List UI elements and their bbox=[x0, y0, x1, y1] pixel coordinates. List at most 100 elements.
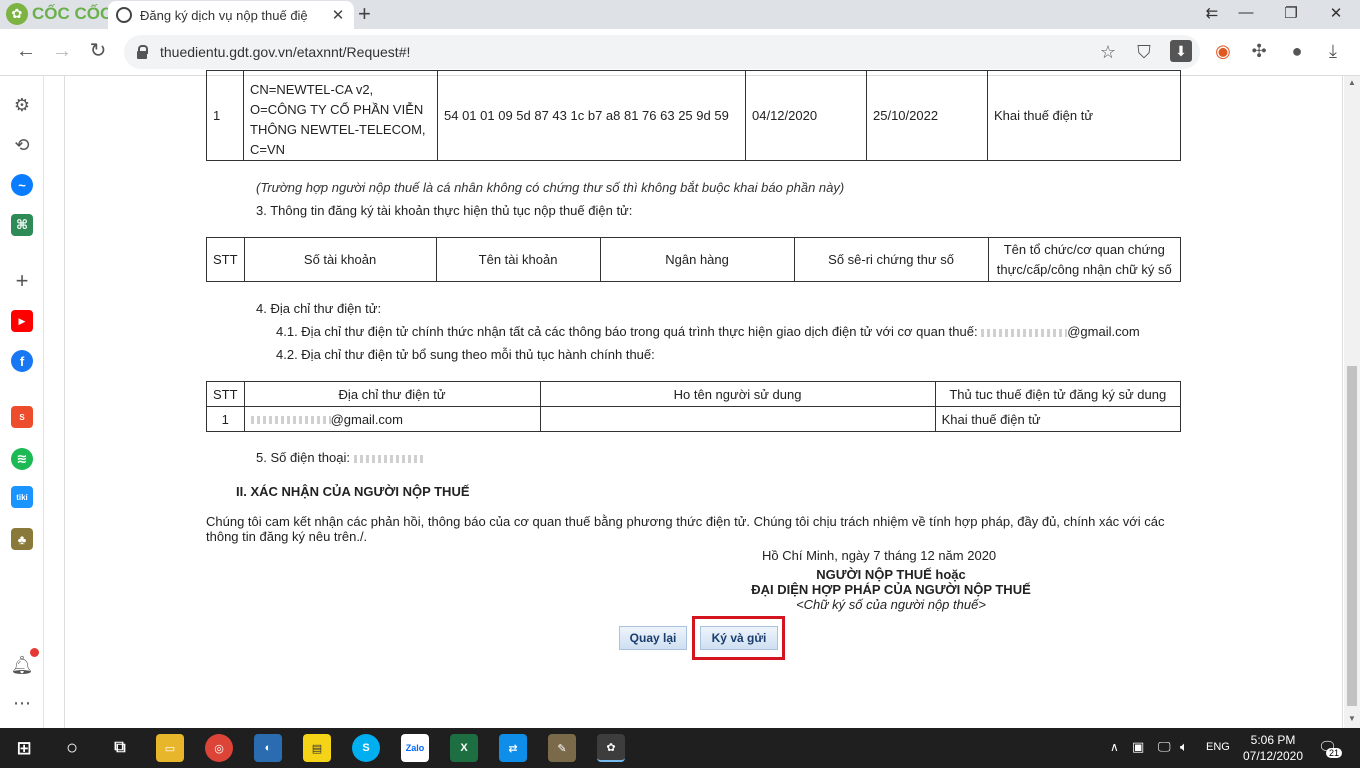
spotify-icon[interactable]: ≋ bbox=[11, 448, 33, 470]
scroll-down-icon[interactable]: ▼ bbox=[1348, 714, 1356, 723]
chrome-icon[interactable]: ◎ bbox=[205, 734, 233, 762]
highlight-box bbox=[692, 616, 785, 660]
notification-dot bbox=[30, 648, 39, 657]
profile-avatar-icon[interactable]: ● bbox=[1286, 41, 1308, 62]
url-text: thuedientu.gdt.gov.vn/etaxnnt/Request#! bbox=[160, 44, 411, 60]
back-button[interactable]: Quay lại bbox=[619, 626, 687, 650]
commitment-line-2: thông tin đăng ký nêu trên./. bbox=[206, 529, 368, 544]
remote-app-icon[interactable]: ◐ bbox=[254, 734, 282, 762]
gamepad-icon[interactable]: ⌘ bbox=[11, 214, 33, 236]
settings-gear-icon[interactable]: ⚙ bbox=[11, 94, 33, 116]
notification-bell-icon[interactable]: 🔔︎ bbox=[11, 654, 34, 676]
coccoc-taskbar-icon[interactable]: ✿ bbox=[597, 734, 625, 762]
coccoc-icon: ✿ bbox=[6, 3, 28, 25]
excel-icon[interactable]: X bbox=[450, 734, 478, 762]
signature-note: <Chữ ký số của người nộp thuế> bbox=[796, 597, 986, 612]
close-tab-icon[interactable]: ✕ bbox=[330, 6, 346, 24]
section3-title: 3. Thông tin đăng ký tài khoản thực hiện… bbox=[256, 203, 633, 218]
page-scrollbar[interactable]: ▲ ▼ bbox=[1344, 76, 1360, 728]
sticky-notes-icon[interactable]: ▤ bbox=[303, 734, 331, 762]
forward-icon[interactable]: → bbox=[50, 39, 74, 63]
tab-search-icon[interactable]: ⇇ bbox=[1202, 4, 1222, 22]
extensions-puzzle-icon[interactable]: ✣ bbox=[1248, 41, 1270, 62]
minimize-icon[interactable]: — bbox=[1236, 4, 1256, 21]
shield-icon[interactable]: ⛉ bbox=[1134, 42, 1154, 63]
header-stt: STT bbox=[206, 237, 245, 282]
search-icon[interactable]: ○ bbox=[58, 734, 86, 762]
bank-account-table: STT Số tài khoản Tên tài khoản Ngân hàng… bbox=[206, 237, 1182, 282]
more-options-icon[interactable]: ⋯ bbox=[11, 692, 33, 714]
email-main-label: 4.1. Địa chỉ thư điện tử chính thức nhận… bbox=[276, 324, 978, 339]
taskbar-clock[interactable]: 5:06 PM 07/12/2020 bbox=[1240, 732, 1306, 764]
language-indicator[interactable]: ENG bbox=[1206, 741, 1230, 753]
header-user-name: Ho tên người sử dung bbox=[539, 381, 936, 407]
email-table: STT Địa chỉ thư điện tử Ho tên người sử … bbox=[206, 381, 1182, 432]
email-domain: @gmail.com bbox=[330, 411, 403, 427]
cell-serial: 54 01 01 09 5d 87 43 1c b7 a8 81 76 63 2… bbox=[437, 70, 746, 161]
tray-overflow-icon[interactable]: ∧ bbox=[1110, 740, 1119, 754]
certificate-table: 1 CN=NEWTEL-CA v2, O=CÔNG TY CỔ PHẦN VIỄ… bbox=[206, 70, 1181, 161]
tab-strip: ✿ CỐC CỐC Đăng ký dịch vụ nộp thuế điệ ✕… bbox=[0, 0, 1360, 29]
skype-icon[interactable]: S bbox=[352, 734, 380, 762]
task-view-icon[interactable]: ⧉ bbox=[106, 734, 134, 762]
youtube-icon[interactable]: ▶ bbox=[11, 310, 33, 332]
tiki-icon[interactable]: tiki bbox=[11, 486, 33, 508]
subject-line: C=VN bbox=[250, 141, 286, 157]
network-icon[interactable]: 🖵︎ bbox=[1158, 739, 1171, 755]
redacted-text bbox=[981, 328, 1068, 337]
tray-app-icon[interactable]: ▣ bbox=[1132, 739, 1144, 755]
email-main-domain: @gmail.com bbox=[1067, 324, 1140, 339]
messenger-icon[interactable]: ~ bbox=[11, 174, 33, 196]
signer-representative: ĐẠI DIỆN HỢP PHÁP CỦA NGƯỜI NỘP THUẾ bbox=[751, 582, 1031, 597]
notification-count-badge: 21 bbox=[1326, 748, 1343, 758]
header-procedure: Thủ tuc thuế điện tử đăng ký sử dung bbox=[934, 381, 1182, 407]
sign-place-date: Hồ Chí Minh, ngày 7 tháng 12 năm 2020 bbox=[762, 548, 997, 563]
history-icon[interactable]: ⟲ bbox=[11, 134, 33, 156]
restore-icon[interactable]: ❐ bbox=[1281, 4, 1301, 22]
add-sidebar-item-icon[interactable]: + bbox=[11, 268, 33, 293]
table-header-row: STT Địa chỉ thư điện tử Ho tên người sử … bbox=[206, 381, 1182, 407]
cell-to-date: 25/10/2022 bbox=[866, 70, 988, 161]
game-thumbnail-icon[interactable]: ♣ bbox=[11, 528, 33, 550]
cell-user-name bbox=[539, 406, 936, 432]
cell-stt: 1 bbox=[206, 406, 245, 432]
back-icon[interactable]: ← bbox=[14, 39, 38, 63]
zalo-icon[interactable]: Zalo bbox=[401, 734, 429, 762]
cell-cert-subject: CN=NEWTEL-CA v2, O=CÔNG TY CỔ PHẦN VIỄN … bbox=[243, 70, 438, 161]
paint-icon[interactable]: ✎ bbox=[548, 734, 576, 762]
downloads-icon[interactable]: ⤓ bbox=[1322, 41, 1344, 62]
bookmark-star-icon[interactable]: ☆ bbox=[1098, 42, 1118, 63]
teamviewer-icon[interactable]: ⇄ bbox=[499, 734, 527, 762]
volume-muted-icon[interactable]: 🔈︎ bbox=[1180, 739, 1188, 755]
table-header-row: STT Số tài khoản Tên tài khoản Ngân hàng… bbox=[206, 237, 1182, 282]
scroll-up-icon[interactable]: ▲ bbox=[1348, 78, 1356, 87]
cell-service: Khai thuế điện tử bbox=[987, 70, 1181, 161]
scrollbar-thumb[interactable] bbox=[1347, 366, 1357, 706]
new-tab-icon[interactable]: + bbox=[358, 3, 371, 25]
cell-from-date: 04/12/2020 bbox=[745, 70, 867, 161]
browser-tab[interactable]: Đăng ký dịch vụ nộp thuế điệ ✕ bbox=[108, 1, 354, 29]
close-window-icon[interactable]: ✕ bbox=[1326, 4, 1346, 22]
subject-line: O=CÔNG TY CỔ PHẦN VIỄN bbox=[250, 101, 424, 117]
subject-line: THÔNG NEWTEL-TELECOM, bbox=[250, 121, 426, 137]
file-explorer-icon[interactable]: ▭ bbox=[156, 734, 184, 762]
facebook-icon[interactable]: f bbox=[11, 350, 33, 372]
phone-line: 5. Số điện thoại: bbox=[256, 450, 426, 465]
clock-time: 5:06 PM bbox=[1250, 733, 1296, 747]
address-bar[interactable]: thuedientu.gdt.gov.vn/etaxnnt/Request#! … bbox=[124, 35, 1200, 69]
cell-stt: 1 bbox=[206, 70, 244, 161]
shopee-icon[interactable]: S bbox=[11, 406, 33, 428]
section4-title: 4. Địa chỉ thư điện tử: bbox=[256, 301, 382, 316]
browser-toolbar: ← → ↻ thuedientu.gdt.gov.vn/etaxnnt/Requ… bbox=[0, 29, 1360, 76]
header-account-name: Tên tài khoản bbox=[435, 237, 601, 282]
reload-icon[interactable]: ↻ bbox=[86, 39, 110, 63]
coccoc-extension-icon[interactable]: ◉ bbox=[1212, 41, 1234, 62]
header-stt: STT bbox=[206, 381, 245, 407]
coccoc-logo[interactable]: ✿ CỐC CỐC bbox=[6, 3, 112, 25]
redacted-text bbox=[353, 454, 426, 463]
note-text: (Trường hợp người nộp thuế là cá nhân kh… bbox=[256, 180, 845, 195]
download-page-icon[interactable]: ⬇ bbox=[1170, 40, 1192, 62]
tab-title: Đăng ký dịch vụ nộp thuế điệ bbox=[140, 7, 308, 23]
section2-title: II. XÁC NHẬN CỦA NGƯỜI NỘP THUẾ bbox=[236, 484, 470, 499]
windows-start-icon[interactable]: ⊞ bbox=[10, 734, 38, 762]
